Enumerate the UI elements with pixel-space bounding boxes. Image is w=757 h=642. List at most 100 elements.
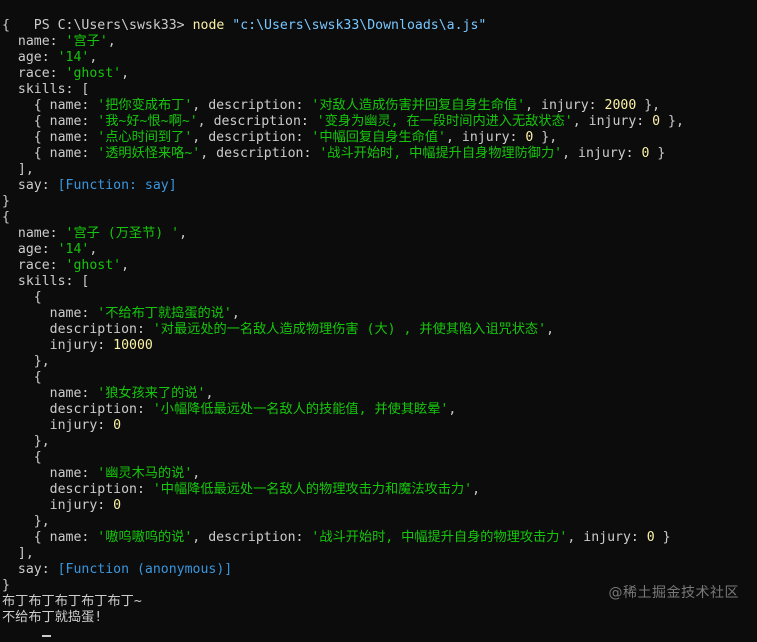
output-token: 'ghost' [65,66,122,81]
output-line: skills: [ [2,82,757,98]
output-line: say: [Function: say] [2,178,757,194]
output-token: , [562,146,578,161]
output-token: }, [2,354,50,369]
output-line: { name: '我~好~恨~啊~', description: '变身为幽灵,… [2,114,757,130]
output-line: name: '幽灵木马的说', [2,466,757,482]
output-line: { name: '点心时间到了', description: '中幅回复自身生命… [2,130,757,146]
output-token: name: [2,386,98,401]
output-token: }, [533,130,558,145]
output-token: , [231,306,240,321]
output-token: name: [49,130,98,145]
output-token: name: [49,98,98,113]
output-line: }, [2,514,757,530]
output-token: description: [208,98,312,113]
output-token: , [192,466,201,481]
output-line: age: '14', [2,242,757,258]
output-token: '点心时间到了' [97,130,193,145]
cursor-line [2,626,757,642]
command-argument: "c:\Users\swsk33\Downloads\a.js" [224,18,487,33]
output-line: } [2,194,757,210]
output-token: description: [2,482,153,497]
terminal-output[interactable]: PS C:\Users\swsk33> node "c:\Users\swsk3… [0,0,757,637]
output-line: { [2,290,757,306]
output-token: , [179,226,188,241]
output-token: race: [2,66,66,81]
output-line: { name: '透明妖怪来咯~', description: '战斗开始时, … [2,146,757,162]
output-token: say: [2,178,58,193]
output-token: name: [49,530,98,545]
output-token: injury: [2,418,114,433]
output-token: , [89,50,98,65]
output-token: { [2,130,50,145]
output-line: name: '宫子', [2,34,757,50]
output-token: say: [2,562,58,577]
output-token: } [649,146,666,161]
output-line: description: '中幅降低最远处一名敌人的物理攻击力和魔法攻击力', [2,482,757,498]
output-line: { [2,210,757,226]
output-token: '我~好~恨~啊~' [97,114,198,129]
output-token: injury: [2,338,114,353]
output-token: '狼女孩来了的说' [97,386,206,401]
output-token: '变身为幽灵, 在一段时间内进入无敌状态' [316,114,573,129]
output-token: } [654,530,671,545]
output-token: '透明妖怪来咯~' [97,146,201,161]
output-token: { [2,450,42,465]
output-token: '嗷呜嗷呜的说' [97,530,193,545]
output-line: name: '宫子 (万圣节) ', [2,226,757,242]
output-token: } [2,194,10,209]
output-token: { [2,370,42,385]
output-token: '14' [57,50,90,65]
output-token: description: [208,130,312,145]
output-token: { [2,18,10,33]
output-token: }, [2,434,50,449]
output-token: , [546,322,555,337]
output-token: description: [216,146,320,161]
output-token: { [2,98,50,113]
output-token: }, [2,514,50,529]
output-token: injury: [2,498,114,513]
output-token: injury: [588,114,653,129]
output-token: '把你变成布丁' [97,98,193,113]
output-line: { name: '把你变成布丁', description: '对敌人造成伤害并… [2,98,757,114]
output-token: { [2,114,50,129]
output-token: 0 [652,114,661,129]
output-token: description: [2,322,153,337]
output-token: skills: [ [2,82,90,97]
output-token: , [567,530,584,545]
output-token: { [2,530,50,545]
output-line: race: 'ghost', [2,258,757,274]
output-line: }, [2,434,757,450]
output-token: '对最远处的一名敌人造成物理伤害 (大) , 并使其陷入诅咒状态' [152,322,547,337]
output-token: , [525,98,541,113]
output-token: ], [2,546,34,561]
output-line: 不给布丁就捣蛋! [2,610,757,626]
output-token: 2000 [604,98,637,113]
command-name: node [192,18,225,33]
output-line: { name: '嗷呜嗷呜的说', description: '战斗开始时, 中… [2,530,757,546]
output-token: age: [2,242,58,257]
output-token: '不给布丁就捣蛋的说' [97,306,232,321]
output-token: name: [2,466,98,481]
output-token: , [472,482,481,497]
output-token: description: [208,530,312,545]
output-token: , [121,66,130,81]
output-token: skills: [ [2,274,90,289]
output-token: '宫子 (万圣节) ' [65,226,180,241]
output-token: description: [2,402,153,417]
output-token: [Function: say] [57,178,177,193]
output-token: '14' [57,242,90,257]
output-token: injury: [461,130,526,145]
prompt-text: PS C:\Users\swsk33> [33,18,193,33]
output-token: name: [2,226,66,241]
output-line: ], [2,546,757,562]
cursor-caret [42,635,51,637]
output-token: , [121,258,130,273]
output-token: 0 [646,530,655,545]
output-token: , [572,114,589,129]
output-token: '战斗开始时, 中幅提升自身的物理攻击力' [311,530,568,545]
output-line: injury: 0 [2,498,757,514]
output-line: name: '狼女孩来了的说', [2,386,757,402]
output-line: { [2,450,757,466]
output-token: description: [213,114,317,129]
output-token: 布丁布丁布丁布丁布丁~ [2,594,142,609]
